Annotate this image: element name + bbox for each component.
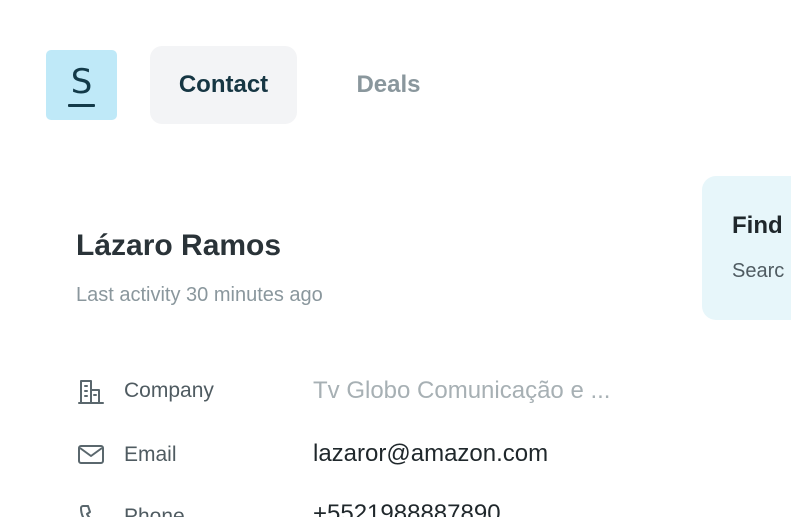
contact-page: S Contact Deals Lázaro Ramos Last activi… [0, 0, 791, 517]
company-value[interactable]: Tv Globo Comunicação e ... [313, 377, 610, 405]
last-activity: Last activity 30 minutes ago [76, 284, 323, 306]
tab-contact[interactable]: Contact [150, 46, 297, 124]
phone-value[interactable]: +5521988887890 [313, 500, 501, 517]
app-logo[interactable]: S [46, 50, 117, 120]
tab-deals[interactable]: Deals [336, 46, 441, 124]
phone-icon [80, 505, 96, 517]
find-card-title: Find [732, 212, 783, 239]
logo-letter: S [70, 62, 93, 102]
find-card[interactable]: Find Searc [702, 176, 791, 320]
building-icon [78, 380, 104, 404]
phone-label: Phone [124, 505, 185, 517]
contact-name: Lázaro Ramos [76, 229, 282, 262]
logo-underline [68, 104, 95, 107]
company-label: Company [124, 379, 214, 402]
email-value[interactable]: lazaror@amazon.com [313, 440, 548, 468]
envelope-icon [78, 445, 104, 464]
find-card-subtitle: Searc [732, 260, 785, 282]
email-label: Email [124, 443, 177, 466]
